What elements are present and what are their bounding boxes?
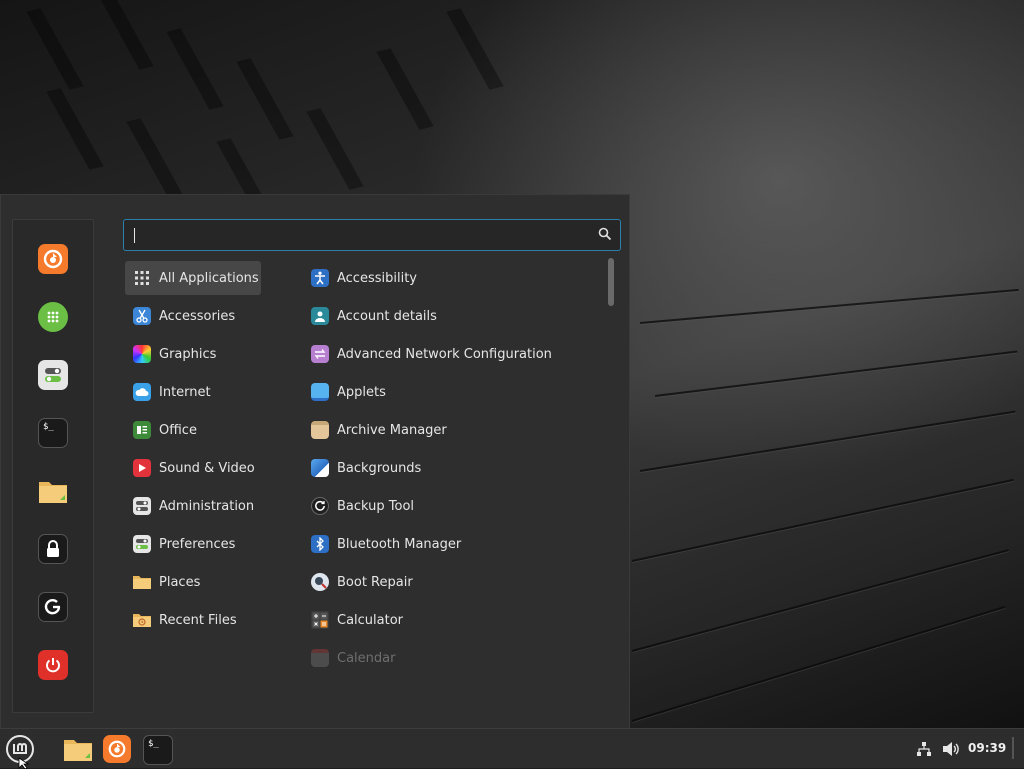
backup-icon	[311, 497, 329, 515]
cloud-icon	[133, 383, 151, 401]
app-label: Calendar	[337, 650, 396, 666]
play-icon	[133, 459, 151, 477]
favorites-sidebar: $_	[12, 219, 94, 713]
app-label: Applets	[337, 384, 386, 400]
category-recent-files[interactable]: Recent Files	[125, 603, 261, 637]
power-icon[interactable]	[38, 650, 68, 680]
category-all-applications[interactable]: All Applications	[125, 261, 261, 295]
app-calculator[interactable]: Calculator	[303, 603, 603, 637]
clock[interactable]: 09:39	[968, 741, 1006, 755]
search-icon	[598, 227, 612, 245]
category-administration[interactable]: Administration	[125, 489, 261, 523]
scrollbar-thumb[interactable]	[608, 258, 614, 306]
calculator-icon	[311, 611, 329, 629]
application-menu: $_ All Applications Accessories Graphics…	[0, 194, 630, 728]
firefox-icon[interactable]	[38, 244, 68, 274]
category-office[interactable]: Office	[125, 413, 261, 447]
account-icon	[311, 307, 329, 325]
mouse-cursor-icon	[18, 757, 30, 769]
app-applets[interactable]: Applets	[303, 375, 603, 409]
bluetooth-icon	[311, 535, 329, 553]
search-box[interactable]	[123, 219, 621, 251]
app-backgrounds[interactable]: Backgrounds	[303, 451, 603, 485]
app-advanced-network-configuration[interactable]: Advanced Network Configuration	[303, 337, 603, 371]
terminal-icon[interactable]: $_	[38, 418, 68, 448]
volume-icon[interactable]	[938, 734, 964, 764]
category-internet[interactable]: Internet	[125, 375, 261, 409]
archive-icon	[311, 421, 329, 439]
app-boot-repair[interactable]: Boot Repair	[303, 565, 603, 599]
panel-separator	[1012, 737, 1014, 759]
app-label: Archive Manager	[337, 422, 447, 438]
app-label: Account details	[337, 308, 437, 324]
app-backup-tool[interactable]: Backup Tool	[303, 489, 603, 523]
boot-repair-icon	[311, 573, 329, 591]
toggles-green-icon	[133, 535, 151, 553]
category-label: Internet	[159, 384, 211, 400]
office-icon	[133, 421, 151, 439]
category-label: Accessories	[159, 308, 236, 324]
toggles-icon	[133, 497, 151, 515]
category-graphics[interactable]: Graphics	[125, 337, 261, 371]
terminal-icon[interactable]: $_	[143, 735, 173, 765]
lock-icon[interactable]	[38, 534, 68, 564]
category-label: Office	[159, 422, 197, 438]
app-label: Backgrounds	[337, 460, 422, 476]
category-label: Sound & Video	[159, 460, 255, 476]
app-label: Calculator	[337, 612, 404, 628]
app-accessibility[interactable]: Accessibility	[303, 261, 603, 295]
app-calendar[interactable]: Calendar	[303, 641, 603, 675]
accessibility-icon	[311, 269, 329, 287]
app-label: Bluetooth Manager	[337, 536, 462, 552]
recent-folder-icon	[133, 611, 151, 629]
scissors-icon	[133, 307, 151, 325]
app-label: Accessibility	[337, 270, 417, 286]
logout-icon[interactable]	[38, 592, 68, 622]
app-archive-manager[interactable]: Archive Manager	[303, 413, 603, 447]
applets-icon	[311, 383, 329, 401]
grid-icon	[133, 269, 151, 287]
app-label: Backup Tool	[337, 498, 415, 514]
category-accessories[interactable]: Accessories	[125, 299, 261, 333]
category-label: Graphics	[159, 346, 217, 362]
search-input[interactable]	[132, 224, 586, 248]
category-label: Preferences	[159, 536, 236, 552]
category-preferences[interactable]: Preferences	[125, 527, 261, 561]
firefox-icon[interactable]	[103, 735, 131, 763]
category-label: Places	[159, 574, 201, 590]
folder-icon	[133, 573, 151, 591]
app-bluetooth-manager[interactable]: Bluetooth Manager	[303, 527, 603, 561]
color-wheel-icon	[133, 345, 151, 363]
category-label: All Applications	[159, 270, 259, 286]
category-places[interactable]: Places	[125, 565, 261, 599]
network-arrows-icon	[311, 345, 329, 363]
category-label: Administration	[159, 498, 255, 514]
files-folder-icon[interactable]	[63, 734, 93, 764]
taskbar: $_ 09:39	[0, 728, 1024, 769]
app-account-details[interactable]: Account details	[303, 299, 603, 333]
backgrounds-icon	[311, 459, 329, 477]
files-folder-icon[interactable]	[38, 476, 68, 506]
calendar-icon	[311, 649, 329, 667]
category-sound-video[interactable]: Sound & Video	[125, 451, 261, 485]
software-manager-icon[interactable]	[38, 302, 68, 332]
app-label: Boot Repair	[337, 574, 413, 590]
settings-toggle-icon[interactable]	[38, 360, 68, 390]
app-label: Advanced Network Configuration	[337, 346, 552, 362]
network-icon[interactable]	[911, 734, 937, 764]
category-label: Recent Files	[159, 612, 237, 628]
